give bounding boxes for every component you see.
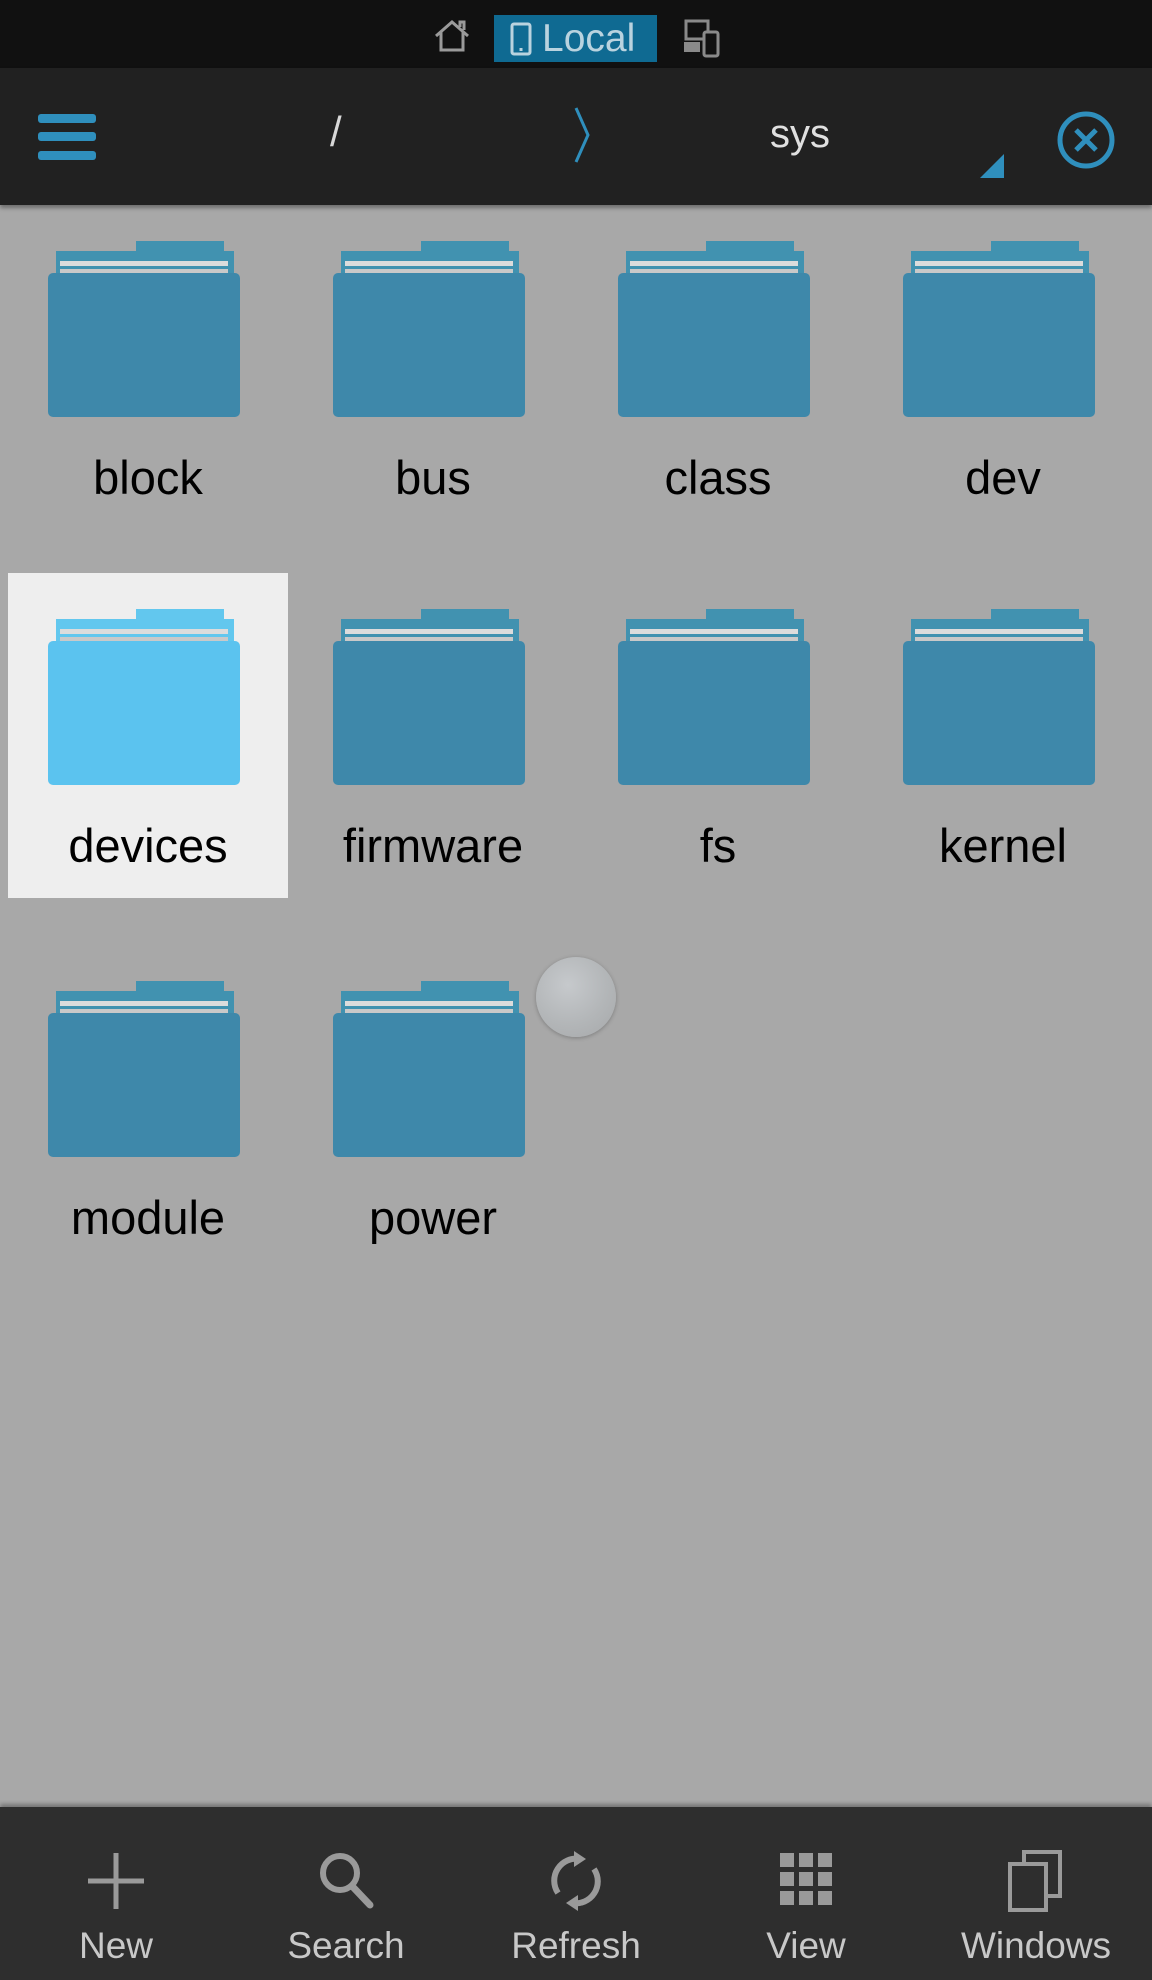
assistive-touch-bubble[interactable] <box>536 957 616 1037</box>
folder-icon <box>48 609 240 785</box>
folder-name: devices <box>68 819 228 872</box>
bottom-button-label: Windows <box>960 1925 1112 1966</box>
chevron-right-icon <box>574 107 590 163</box>
folder-item[interactable]: kernel <box>863 573 1143 898</box>
dropdown-triangle-icon[interactable] <box>980 154 1004 178</box>
folder-icon <box>903 609 1095 785</box>
folder-item[interactable]: fs <box>578 573 858 898</box>
folder-item[interactable]: dev <box>863 205 1143 530</box>
home-icon[interactable] <box>432 18 472 54</box>
bottom-button-label: New <box>78 1925 154 1966</box>
close-circle-icon[interactable] <box>1056 110 1116 170</box>
bottom-button-windows[interactable]: Windows <box>921 1807 1151 1980</box>
folder-icon <box>333 981 525 1157</box>
windows-icon <box>1008 1850 1062 1912</box>
bottom-button-label: Refresh <box>511 1925 641 1966</box>
local-source-label: Local <box>542 16 636 60</box>
plus-icon <box>88 1853 144 1909</box>
grid-view-icon <box>780 1853 832 1905</box>
folder-icon <box>903 241 1095 417</box>
bottom-button-new[interactable]: New <box>1 1807 231 1980</box>
folder-name: fs <box>699 819 737 872</box>
bottom-action-bar: New Search Refresh View Windows <box>0 1807 1152 1980</box>
breadcrumb-current[interactable]: sys <box>770 112 830 157</box>
folder-icon <box>48 981 240 1157</box>
folder-item[interactable]: power <box>293 945 573 1270</box>
folder-item[interactable]: devices <box>8 573 288 898</box>
bottom-button-search[interactable]: Search <box>231 1807 461 1980</box>
breadcrumb-root[interactable]: / <box>330 108 342 156</box>
folder-name: class <box>664 451 772 504</box>
refresh-icon <box>551 1851 601 1911</box>
local-source-tab[interactable]: Local <box>494 15 657 62</box>
folder-item[interactable]: module <box>8 945 288 1270</box>
location-bar: Local <box>0 0 1152 68</box>
search-icon <box>320 1853 374 1909</box>
folder-icon <box>618 241 810 417</box>
folder-icon <box>48 241 240 417</box>
folder-name: block <box>93 451 203 504</box>
folder-icon <box>618 609 810 785</box>
folder-item[interactable]: bus <box>293 205 573 530</box>
bottom-button-view[interactable]: View <box>691 1807 921 1980</box>
folder-item[interactable]: class <box>578 205 858 530</box>
bottom-button-label: View <box>766 1925 846 1966</box>
tablet-icon <box>510 22 532 55</box>
folder-name: power <box>368 1191 497 1244</box>
folder-item[interactable]: block <box>8 205 288 530</box>
folder-name: dev <box>965 451 1041 504</box>
folder-name: firmware <box>342 819 524 872</box>
bottom-button-refresh[interactable]: Refresh <box>461 1807 691 1980</box>
folder-name: module <box>70 1191 226 1244</box>
bottom-button-label: Search <box>287 1925 405 1966</box>
folder-item[interactable]: firmware <box>293 573 573 898</box>
hamburger-icon[interactable] <box>38 110 98 162</box>
folder-icon <box>333 609 525 785</box>
folder-name: kernel <box>938 819 1067 872</box>
folder-name: bus <box>395 451 471 504</box>
path-toolbar: / sys <box>0 68 1152 205</box>
devices-network-icon[interactable] <box>682 18 722 58</box>
folder-icon <box>333 241 525 417</box>
